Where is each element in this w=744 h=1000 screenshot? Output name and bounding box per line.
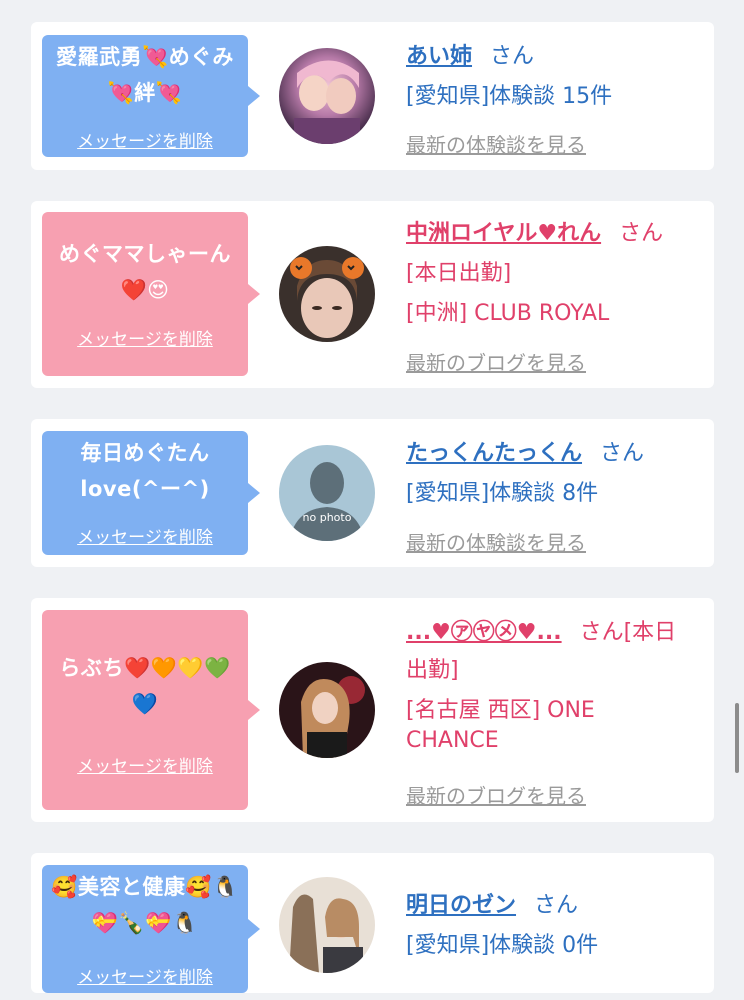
- message-card: 愛羅武勇💘めぐみ💘絆💘 メッセージを削除 あい姉 さん [愛知県]体験談 15件…: [31, 22, 714, 170]
- messages-page: 愛羅武勇💘めぐみ💘絆💘 メッセージを削除 あい姉 さん [愛知県]体験談 15件…: [0, 0, 744, 1000]
- view-latest-link[interactable]: 最新の体験談を見る: [406, 531, 586, 555]
- bubble-message: 毎日めぐたんlove(^ー^): [80, 441, 210, 501]
- message-card: らぶち❤️🧡💛💚💙 メッセージを削除 ...♥㋐㋳㋱♥... さん[本日 出勤] …: [31, 598, 714, 822]
- view-latest-link[interactable]: 最新のブログを見る: [406, 351, 586, 375]
- shop-name: CHANCE: [406, 728, 499, 753]
- avatar[interactable]: [279, 662, 375, 758]
- member-detail: [愛知県]体験談 15件: [406, 84, 613, 109]
- member-name-link[interactable]: あい姉: [406, 44, 472, 69]
- message-card: めぐママしゃーん❤️😍 メッセージを削除 中洲ロイヤル♥れん さん [本日出勤] …: [31, 201, 714, 388]
- avatar-placeholder[interactable]: no photo: [279, 445, 375, 541]
- avatar[interactable]: [279, 246, 375, 342]
- work-status: 出勤]: [406, 658, 459, 683]
- no-photo-label: no photo: [303, 511, 352, 524]
- delete-message-button[interactable]: メッセージを削除: [42, 523, 248, 548]
- avatar[interactable]: [279, 877, 375, 973]
- delete-message-button[interactable]: メッセージを削除: [42, 127, 248, 152]
- message-bubble: めぐママしゃーん❤️😍 メッセージを削除: [42, 212, 260, 376]
- delete-message-button[interactable]: メッセージを削除: [42, 325, 248, 350]
- view-latest-link[interactable]: 最新の体験談を見る: [406, 133, 586, 157]
- view-latest-link[interactable]: 最新のブログを見る: [406, 784, 586, 808]
- avatar[interactable]: [279, 48, 375, 144]
- honorific: さん[本日: [579, 620, 677, 645]
- message-bubble: 愛羅武勇💘めぐみ💘絆💘 メッセージを削除: [42, 35, 260, 157]
- bubble-message: めぐママしゃーん❤️😍: [59, 242, 231, 302]
- message-bubble: 毎日めぐたんlove(^ー^) メッセージを削除: [42, 431, 260, 555]
- scrollbar[interactable]: [735, 703, 739, 773]
- member-name-link[interactable]: 中洲ロイヤル♥れん: [406, 221, 601, 246]
- bubble-message: らぶち❤️🧡💛💚💙: [59, 656, 231, 716]
- bubble-message: 🥰美容と健康🥰🐧💝🍾💝🐧: [51, 875, 239, 935]
- shop-name: [中洲] CLUB ROYAL: [406, 301, 610, 326]
- shop-area: [名古屋 西区] ONE: [406, 698, 595, 723]
- message-bubble: 🥰美容と健康🥰🐧💝🍾💝🐧 メッセージを削除: [42, 865, 260, 993]
- honorific: さん: [600, 441, 645, 466]
- work-status: [本日出勤]: [406, 261, 512, 286]
- delete-message-button[interactable]: メッセージを削除: [42, 752, 248, 777]
- message-card: 毎日めぐたんlove(^ー^) メッセージを削除 no photo たっくんたっ…: [31, 419, 714, 567]
- honorific: さん: [490, 44, 535, 69]
- member-name-link[interactable]: 明日のゼン: [406, 893, 516, 918]
- member-detail: [愛知県]体験談 8件: [406, 481, 599, 506]
- delete-message-button[interactable]: メッセージを削除: [42, 963, 248, 988]
- member-name-link[interactable]: ...♥㋐㋳㋱♥...: [406, 620, 562, 645]
- bubble-message: 愛羅武勇💘めぐみ💘絆💘: [56, 45, 234, 105]
- honorific: さん: [619, 221, 664, 246]
- message-card: 🥰美容と健康🥰🐧💝🍾💝🐧 メッセージを削除 明日のゼン さん [愛知県]体験談 0…: [31, 853, 714, 993]
- member-detail: [愛知県]体験談 0件: [406, 933, 599, 958]
- member-name-link[interactable]: たっくんたっくん: [406, 441, 582, 466]
- honorific: さん: [534, 893, 579, 918]
- message-bubble: らぶち❤️🧡💛💚💙 メッセージを削除: [42, 610, 260, 810]
